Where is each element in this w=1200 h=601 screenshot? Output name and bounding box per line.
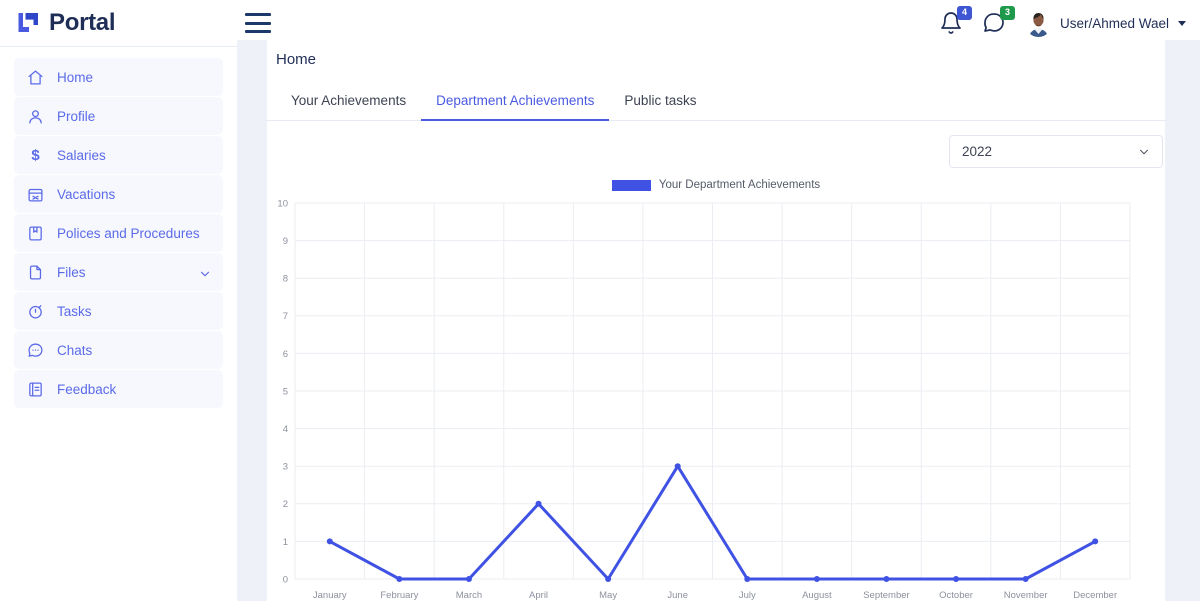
chart-y-axis-labels: 0 1 2 3 4 5 6 7 8 9 10 [277, 198, 288, 585]
page-title: Home [276, 51, 317, 68]
brand-name: Portal [49, 9, 116, 36]
user-name-label: User/Ahmed Wael [1059, 16, 1169, 31]
sidebar-item-label: Vacations [57, 186, 116, 202]
svg-text:10: 10 [277, 198, 288, 209]
chevron-down-icon[interactable] [199, 267, 210, 277]
chart: 0 1 2 3 4 5 6 7 8 9 10 January February March April Ma… [267, 195, 1165, 601]
legend-swatch [611, 179, 651, 191]
year-select-row: 2022 [267, 121, 1165, 168]
svg-text:December: December [1073, 590, 1117, 601]
sidebar-item-polices-and-procedures[interactable]: Polices and Procedures [14, 214, 223, 252]
hamburger-menu-icon[interactable] [245, 13, 271, 33]
chart-legend: Your Department Achievements [267, 179, 1165, 191]
feedback-form-icon [27, 381, 44, 398]
sidebar-item-label: Profile [57, 108, 96, 124]
year-select-value: 2022 [962, 144, 993, 159]
svg-text:August: August [802, 590, 832, 601]
sidebar-item-tasks[interactable]: Tasks [14, 292, 223, 330]
sidebar-item-label: Feedback [57, 381, 117, 397]
sidebar-item-label: Polices and Procedures [57, 225, 200, 241]
sidebar-item-label: Files [57, 264, 86, 280]
brand-logo[interactable]: Portal [16, 9, 116, 37]
app-root: Portal 4 3 User/Ahmed Wael Home Profile … [0, 0, 1200, 601]
legend-label: Your Department Achievements [658, 179, 821, 191]
svg-text:October: October [939, 590, 973, 601]
calendar-icon [27, 186, 44, 203]
chat-bubble-icon [27, 342, 44, 359]
layout-gap [237, 40, 267, 601]
sidebar-item-label: Salaries [57, 147, 106, 163]
svg-text:June: June [667, 590, 688, 601]
svg-text:7: 7 [283, 311, 288, 322]
book-icon [27, 225, 44, 242]
user-icon [27, 108, 44, 125]
svg-text:3: 3 [283, 462, 288, 473]
user-menu[interactable]: User/Ahmed Wael [1024, 10, 1186, 37]
svg-text:5: 5 [283, 386, 288, 397]
stopwatch-icon [27, 303, 44, 320]
sidebar-item-label: Home [57, 69, 94, 85]
sidebar-item-salaries[interactable]: $ Salaries [14, 136, 223, 174]
layout-right-strip [1165, 40, 1200, 601]
sidebar-item-label: Chats [57, 342, 93, 358]
caret-down-icon [1178, 21, 1186, 26]
svg-text:February: February [380, 590, 418, 601]
sidebar-item-home[interactable]: Home [14, 58, 223, 96]
svg-text:9: 9 [283, 236, 288, 247]
sidebar: Home Profile $ Salaries Vacations Police… [0, 47, 237, 601]
svg-text:1: 1 [283, 537, 288, 548]
svg-text:4: 4 [283, 424, 288, 435]
sidebar-item-profile[interactable]: Profile [14, 97, 223, 135]
messages-badge: 3 [999, 5, 1015, 20]
svg-text:8: 8 [283, 274, 288, 285]
svg-text:April: April [529, 590, 548, 601]
svg-text:2: 2 [283, 499, 288, 510]
sidebar-item-vacations[interactable]: Vacations [14, 175, 223, 213]
achievements-line-chart[interactable]: 0 1 2 3 4 5 6 7 8 9 10 January February March April Ma… [267, 195, 1157, 601]
svg-text:May: May [599, 590, 617, 601]
svg-text:0: 0 [283, 574, 288, 585]
file-icon [27, 264, 44, 281]
messages-button[interactable]: 3 [982, 5, 1015, 37]
tab-your-achievements[interactable]: Your Achievements [276, 87, 421, 121]
sidebar-item-chats[interactable]: Chats [14, 331, 223, 369]
tab-department-achievements[interactable]: Department Achievements [421, 87, 610, 121]
svg-text:July: July [739, 590, 756, 601]
notifications-button[interactable]: 4 [939, 5, 972, 37]
tab-public-tasks[interactable]: Public tasks [609, 87, 711, 121]
svg-text:November: November [1004, 590, 1048, 601]
svg-text:January: January [313, 590, 347, 601]
notifications-badge: 4 [956, 5, 972, 20]
svg-text:March: March [456, 590, 482, 601]
dollar-icon: $ [31, 146, 40, 164]
home-icon [27, 69, 44, 86]
sidebar-item-label: Tasks [57, 303, 92, 319]
content-panel: Home Your Achievements Department Achiev… [267, 40, 1165, 601]
svg-text:September: September [863, 590, 909, 601]
portal-arrow-logo-icon [18, 13, 38, 32]
svg-text:6: 6 [283, 349, 288, 360]
user-avatar [1024, 10, 1052, 37]
year-select[interactable]: 2022 [949, 135, 1163, 168]
tab-bar: Your Achievements Department Achievement… [267, 87, 1165, 121]
chart-x-axis-labels: January February March April May June July Augu… [313, 590, 1117, 601]
sidebar-item-feedback[interactable]: Feedback [14, 370, 223, 408]
sidebar-item-files[interactable]: Files [14, 253, 223, 291]
chevron-down-icon [1138, 146, 1150, 158]
